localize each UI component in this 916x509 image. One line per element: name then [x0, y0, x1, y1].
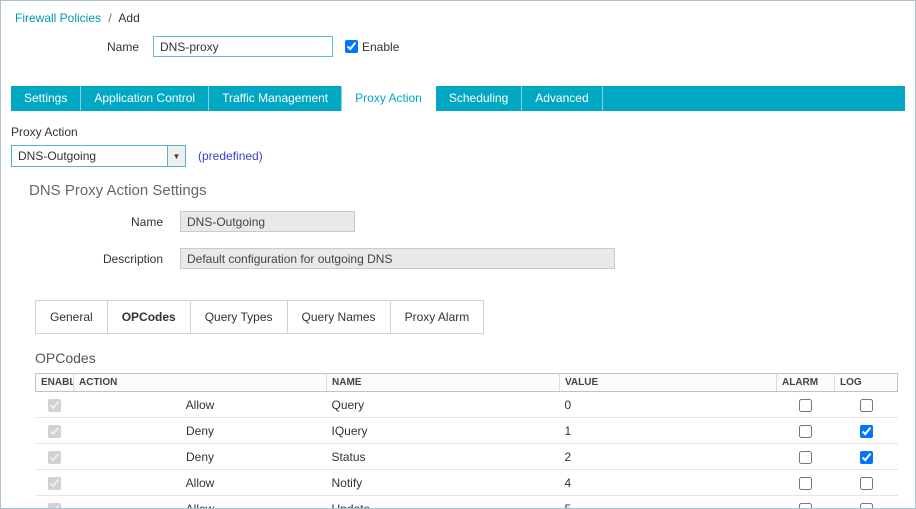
col-header-enabled: ENABLED — [35, 373, 74, 392]
row-log-checkbox[interactable] — [859, 476, 873, 490]
row-action: Deny — [73, 443, 327, 470]
breadcrumb-link-firewall-policies[interactable]: Firewall Policies — [15, 11, 101, 25]
table-row: Deny Status 2 — [35, 443, 898, 470]
proxy-action-select-row: DNS-Outgoing ▼ (predefined) — [11, 145, 915, 167]
proxy-action-label: Proxy Action — [11, 125, 78, 139]
tab-proxy-action[interactable]: Proxy Action — [342, 86, 436, 111]
row-alarm-checkbox[interactable] — [799, 450, 812, 464]
row-name: Status — [326, 443, 560, 470]
settings-description-row: Description — [11, 248, 915, 269]
row-log-checkbox[interactable] — [859, 424, 873, 438]
row-name: Notify — [326, 469, 560, 496]
row-value: 4 — [559, 469, 777, 496]
row-enabled-checkbox — [48, 502, 61, 508]
enable-checkbox[interactable] — [345, 40, 358, 53]
tab-advanced[interactable]: Advanced — [522, 86, 603, 111]
policy-name-input[interactable] — [153, 36, 333, 57]
dropdown-arrow-icon[interactable]: ▼ — [167, 146, 185, 166]
settings-name-label: Name — [130, 214, 163, 229]
predefined-link[interactable]: (predefined) — [198, 149, 263, 163]
row-alarm-checkbox[interactable] — [799, 502, 812, 508]
row-value: 5 — [559, 495, 777, 508]
tab-settings[interactable]: Settings — [11, 86, 82, 111]
tab-scheduling[interactable]: Scheduling — [436, 86, 523, 111]
subtab-query-names[interactable]: Query Names — [288, 301, 391, 333]
tab-application-control[interactable]: Application Control — [81, 86, 210, 111]
proxy-action-panel: Proxy Action DNS-Outgoing ▼ (predefined)… — [11, 125, 915, 508]
row-enabled-checkbox — [48, 424, 61, 438]
subtab-query-types[interactable]: Query Types — [191, 301, 288, 333]
table-row: Deny IQuery 1 — [35, 417, 898, 444]
policy-name-row: Name Enable — [1, 36, 915, 57]
row-alarm-checkbox[interactable] — [799, 424, 812, 438]
tab-traffic-management[interactable]: Traffic Management — [209, 86, 343, 111]
proxy-action-selected-value: DNS-Outgoing — [18, 149, 97, 163]
row-value: 2 — [559, 443, 777, 470]
subtab-proxy-alarm[interactable]: Proxy Alarm — [391, 301, 484, 333]
row-enabled-checkbox — [48, 398, 61, 412]
col-header-log: LOG — [834, 373, 898, 392]
dns-proxy-action-settings-title: DNS Proxy Action Settings — [29, 182, 207, 199]
table-row: Allow Notify 4 — [35, 469, 898, 496]
row-enabled-checkbox — [48, 450, 61, 464]
description-input — [180, 248, 615, 269]
name-label: Name — [106, 39, 139, 54]
row-log-checkbox[interactable] — [859, 450, 873, 464]
breadcrumb-separator: / — [108, 11, 112, 25]
col-header-alarm: ALARM — [776, 373, 835, 392]
policy-tabbar: Settings Application Control Traffic Man… — [11, 86, 905, 111]
enable-checkbox-wrap: Enable — [345, 40, 399, 54]
row-name: IQuery — [326, 417, 560, 444]
opcodes-table-header: ENABLED ACTION NAME VALUE ALARM LOG — [35, 373, 898, 392]
col-header-name: NAME — [326, 373, 560, 392]
firewall-policy-add-page: Firewall Policies / Add Name Enable Sett… — [0, 0, 916, 509]
opcodes-section-title: OPCodes — [35, 350, 96, 366]
col-header-value: VALUE — [559, 373, 777, 392]
description-label: Description — [102, 251, 163, 266]
row-action: Allow — [73, 469, 327, 496]
table-row: Allow Update 5 — [35, 495, 898, 508]
breadcrumb-current: Add — [118, 11, 140, 25]
opcodes-table: ENABLED ACTION NAME VALUE ALARM LOG Allo… — [35, 373, 898, 508]
row-action: Deny — [73, 417, 327, 444]
subtab-general[interactable]: General — [36, 301, 108, 333]
row-enabled-checkbox — [48, 476, 61, 490]
row-log-checkbox[interactable] — [859, 502, 873, 508]
row-name: Update — [326, 495, 560, 508]
settings-name-row: Name — [11, 211, 915, 232]
breadcrumb: Firewall Policies / Add — [1, 1, 915, 25]
row-alarm-checkbox[interactable] — [799, 476, 812, 490]
col-header-action: ACTION — [73, 373, 327, 392]
row-alarm-checkbox[interactable] — [799, 398, 812, 412]
proxy-action-subtabs: General OPCodes Query Types Query Names … — [35, 300, 485, 334]
row-value: 1 — [559, 417, 777, 444]
enable-label: Enable — [362, 39, 400, 54]
row-action: Allow — [73, 391, 327, 418]
proxy-action-select[interactable]: DNS-Outgoing ▼ — [11, 145, 186, 167]
settings-name-input — [180, 211, 355, 232]
row-log-checkbox[interactable] — [859, 398, 873, 412]
row-name: Query — [326, 391, 560, 418]
table-row: Allow Query 0 — [35, 391, 898, 418]
row-value: 0 — [559, 391, 777, 418]
subtab-opcodes[interactable]: OPCodes — [108, 301, 191, 333]
row-action: Allow — [73, 495, 327, 508]
